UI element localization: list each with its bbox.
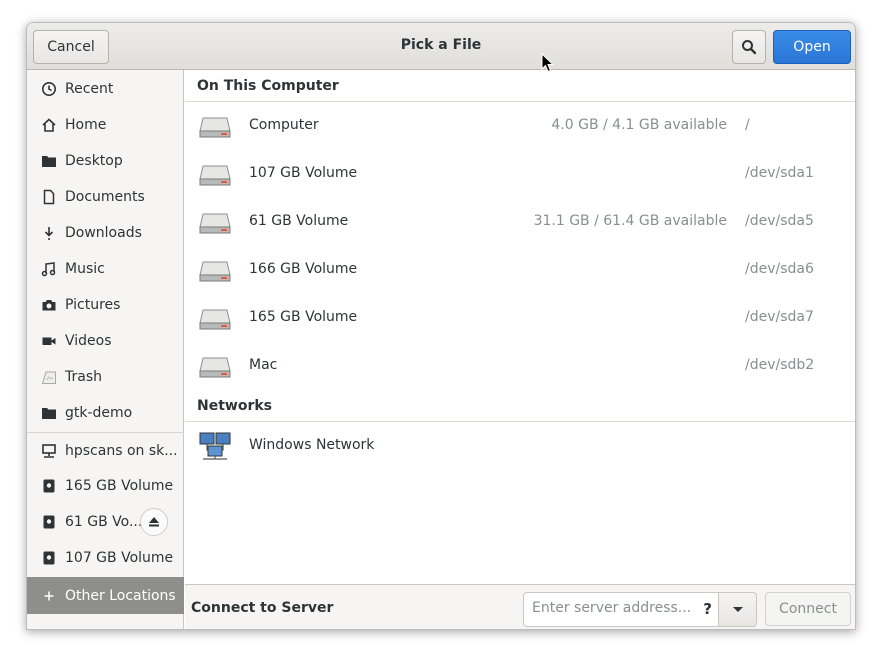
folder-icon [41, 405, 57, 421]
sidebar-item-61gb-volume[interactable]: 61 GB Vo... [27, 504, 184, 540]
sidebar-item-label: 61 GB Vo... [65, 514, 143, 530]
sidebar-item-music[interactable]: Music [27, 251, 184, 287]
sidebar-item-pictures[interactable]: Pictures [27, 287, 184, 323]
location-path: /dev/sdb2 [745, 357, 815, 373]
search-icon [742, 40, 757, 55]
location-row-windows-network[interactable]: Windows Network [185, 422, 855, 470]
sidebar-item-home[interactable]: Home [27, 107, 184, 143]
server-address-field[interactable]: ? [523, 592, 719, 627]
connect-button[interactable]: Connect [765, 592, 851, 626]
location-available: 4.0 GB / 4.1 GB available [551, 117, 727, 133]
sidebar-item-label: Documents [65, 189, 145, 205]
sidebar-item-label: Recent [65, 81, 114, 97]
location-row-166gb[interactable]: 166 GB Volume /dev/sda6 [185, 246, 855, 294]
video-icon [41, 333, 57, 349]
location-name: 166 GB Volume [249, 261, 358, 277]
sidebar-item-label: Desktop [65, 153, 123, 169]
location-row-computer[interactable]: Computer 4.0 GB / 4.1 GB available / [185, 102, 855, 150]
sidebar-item-documents[interactable]: Documents [27, 179, 184, 215]
sidebar-item-recent[interactable]: Recent [27, 71, 184, 107]
harddisk-icon [199, 116, 231, 142]
sidebar-item-other-locations[interactable]: Other Locations [27, 577, 184, 614]
eject-button[interactable] [140, 508, 168, 536]
section-heading: On This Computer [197, 78, 339, 94]
mouse-cursor-icon [541, 53, 555, 73]
server-address-input[interactable] [532, 600, 692, 616]
sidebar-item-165gb-volume[interactable]: 165 GB Volume [27, 468, 184, 504]
section-on-this-computer: On This Computer [185, 70, 855, 102]
sidebar-item-label: Videos [65, 333, 112, 349]
clock-icon [41, 81, 57, 97]
places-sidebar: Recent Home Desktop Documents Downloads [27, 70, 184, 629]
recent-servers-dropdown[interactable] [719, 592, 757, 627]
sidebar-item-trash[interactable]: Trash [27, 359, 184, 395]
disk-icon [41, 478, 57, 494]
camera-icon [41, 297, 57, 313]
location-row-61gb[interactable]: 61 GB Volume 31.1 GB / 61.4 GB available… [185, 198, 855, 246]
help-icon[interactable]: ? [703, 600, 712, 618]
disk-icon [41, 550, 57, 566]
search-button[interactable] [732, 30, 766, 64]
sidebar-item-label: Other Locations [65, 587, 176, 604]
location-path: /dev/sda6 [745, 261, 814, 277]
header-bar: Cancel Pick a File Open [27, 23, 855, 70]
sidebar-item-label: 107 GB Volume [65, 550, 174, 566]
location-path: /dev/sda5 [745, 213, 814, 229]
sidebar-item-hpscans[interactable]: hpscans on sk... [27, 432, 184, 469]
sidebar-item-videos[interactable]: Videos [27, 323, 184, 359]
harddisk-icon [199, 356, 231, 382]
home-icon [41, 117, 57, 133]
file-chooser-dialog: Cancel Pick a File Open Recent Home Desk… [26, 22, 856, 630]
location-path: /dev/sda7 [745, 309, 814, 325]
location-path: / [745, 117, 750, 133]
plus-icon [41, 588, 57, 604]
location-name: 107 GB Volume [249, 165, 358, 181]
sidebar-item-gtk-demo[interactable]: gtk-demo [27, 395, 184, 431]
location-name: 165 GB Volume [249, 309, 358, 325]
location-name: Mac [249, 357, 278, 373]
locations-view: On This Computer Computer 4.0 GB / 4.1 G… [185, 70, 855, 584]
location-available: 31.1 GB / 61.4 GB available [533, 213, 727, 229]
sidebar-item-label: Pictures [65, 297, 121, 313]
harddisk-icon [199, 260, 231, 286]
folder-icon [41, 153, 57, 169]
open-button[interactable]: Open [773, 30, 851, 64]
network-icon [199, 432, 231, 464]
sidebar-item-label: Home [65, 117, 107, 133]
location-name: 61 GB Volume [249, 213, 349, 229]
harddisk-icon [199, 164, 231, 190]
connect-to-server-bar: Connect to Server ? Connect [185, 584, 855, 629]
sidebar-item-label: gtk-demo [65, 405, 133, 421]
eject-icon [149, 517, 159, 527]
location-name: Windows Network [249, 437, 375, 453]
sidebar-item-label: 165 GB Volume [65, 478, 174, 494]
chevron-down-icon [732, 606, 743, 612]
sidebar-item-label: hpscans on sk... [65, 442, 178, 459]
sidebar-item-label: Downloads [65, 225, 142, 241]
trash-icon [41, 369, 57, 385]
download-icon [41, 225, 57, 241]
sidebar-item-downloads[interactable]: Downloads [27, 215, 184, 251]
harddisk-icon [199, 212, 231, 238]
location-row-mac[interactable]: Mac /dev/sdb2 [185, 342, 855, 390]
connect-to-server-label: Connect to Server [191, 600, 334, 616]
section-networks: Networks [185, 390, 855, 422]
section-heading: Networks [197, 398, 273, 414]
document-icon [41, 189, 57, 205]
location-name: Computer [249, 117, 319, 133]
sidebar-item-desktop[interactable]: Desktop [27, 143, 184, 179]
disk-icon [41, 514, 57, 530]
dialog-title: Pick a File [400, 37, 482, 53]
location-row-107gb[interactable]: 107 GB Volume /dev/sda1 [185, 150, 855, 198]
sidebar-item-label: Trash [65, 369, 102, 385]
harddisk-icon [199, 308, 231, 334]
sidebar-item-107gb-volume[interactable]: 107 GB Volume [27, 540, 184, 576]
sidebar-item-label: Music [65, 261, 105, 277]
network-share-icon [41, 443, 57, 459]
music-icon [41, 261, 57, 277]
location-row-165gb[interactable]: 165 GB Volume /dev/sda7 [185, 294, 855, 342]
location-path: /dev/sda1 [745, 165, 814, 181]
